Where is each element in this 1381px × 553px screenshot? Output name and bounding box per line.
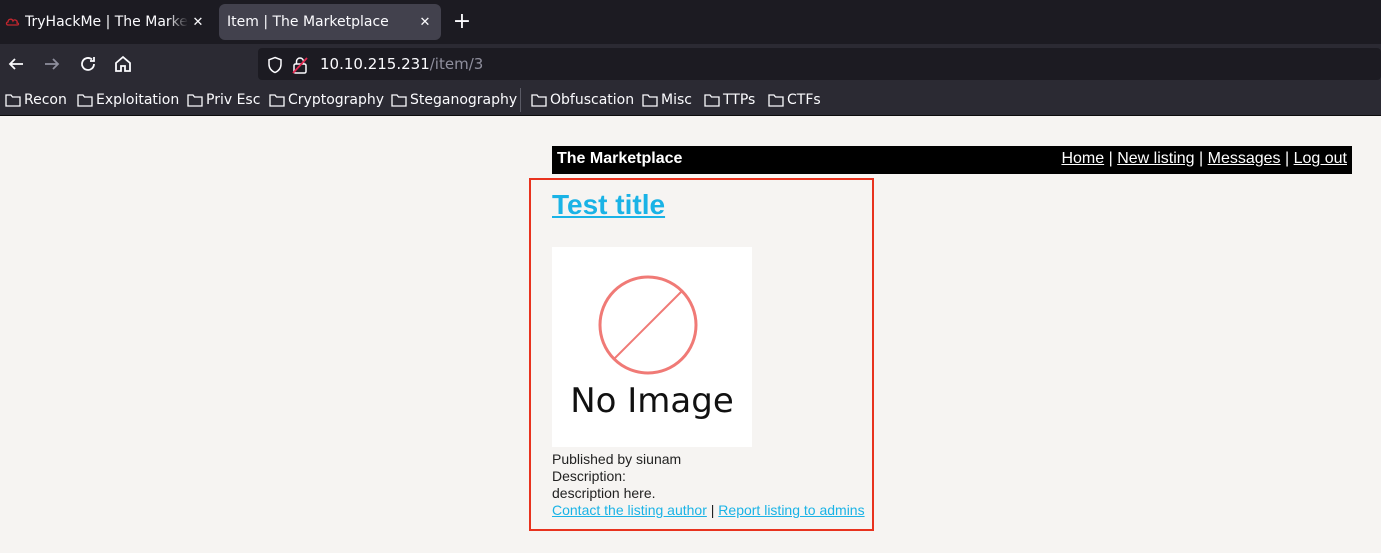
bookmark-exploitation[interactable]: Exploitation: [77, 90, 179, 110]
bookmark-label: Misc: [661, 92, 692, 108]
new-tab-icon[interactable]: +: [451, 10, 473, 34]
bookmark-label: Priv Esc: [206, 92, 261, 108]
item-title-link[interactable]: Test title: [552, 189, 665, 221]
bookmark-ttps[interactable]: TTPs: [704, 90, 755, 110]
nav-bar: 10.10.215.231/item/3: [0, 44, 1381, 84]
bookmark-label: Exploitation: [96, 92, 180, 108]
folder-icon: [269, 94, 285, 107]
tryhackme-favicon-icon: [5, 18, 20, 26]
reload-icon[interactable]: [76, 52, 100, 76]
nav-separator: |: [1199, 150, 1208, 167]
tab-tryhackme[interactable]: TryHackMe | The Marketplace ✕: [0, 4, 214, 40]
description-text: description here.: [552, 485, 656, 501]
bookmark-steganography[interactable]: Steganography: [391, 90, 517, 110]
nav-logout-link[interactable]: Log out: [1294, 150, 1347, 167]
folder-icon: [642, 94, 658, 107]
close-tab-icon[interactable]: ✕: [188, 15, 208, 30]
no-image-icon: [598, 275, 698, 375]
url-path: /item/3: [429, 55, 484, 73]
site-nav: Home | New listing | Messages | Log out: [1061, 150, 1347, 168]
folder-icon: [704, 94, 720, 107]
item-image: No Image: [552, 247, 752, 447]
bookmark-label: CTFs: [787, 92, 821, 108]
folder-icon: [5, 94, 21, 107]
nav-separator: |: [1108, 150, 1118, 167]
forward-icon[interactable]: [40, 52, 64, 76]
no-image-text: No Image: [570, 381, 734, 421]
url-bar[interactable]: 10.10.215.231/item/3: [258, 48, 1381, 80]
bookmark-obfuscation[interactable]: Obfuscation: [531, 90, 634, 110]
item-actions: Contact the listing author | Report list…: [552, 502, 865, 519]
url-host: 10.10.215.231: [320, 55, 430, 73]
bookmark-cryptography[interactable]: Cryptography: [269, 90, 384, 110]
back-icon[interactable]: [4, 52, 28, 76]
contact-author-link[interactable]: Contact the listing author: [552, 502, 707, 518]
url-text[interactable]: 10.10.215.231/item/3: [320, 55, 483, 73]
item-meta: Published by siunam Description: descrip…: [552, 451, 865, 519]
folder-icon: [187, 94, 203, 107]
close-tab-icon[interactable]: ✕: [415, 15, 435, 30]
shield-icon[interactable]: [266, 56, 284, 74]
site-brand: The Marketplace: [557, 150, 683, 167]
bookmark-label: Steganography: [410, 92, 518, 108]
bookmark-recon[interactable]: Recon: [5, 90, 67, 110]
bookmark-separator: [520, 88, 521, 112]
tab-item[interactable]: Item | The Marketplace ✕: [219, 4, 441, 40]
bookmark-label: Recon: [24, 92, 67, 108]
bookmark-ctfs[interactable]: CTFs: [768, 90, 821, 110]
tab-title: TryHackMe | The Marketplace: [25, 14, 188, 30]
folder-icon: [531, 94, 547, 107]
nav-messages-link[interactable]: Messages: [1208, 150, 1281, 167]
bookmark-label: TTPs: [723, 92, 756, 108]
home-icon[interactable]: [111, 52, 135, 76]
nav-separator: |: [1285, 150, 1294, 167]
insecure-lock-icon[interactable]: [292, 56, 308, 74]
bookmark-label: Cryptography: [288, 92, 385, 108]
site-header: The Marketplace Home | New listing | Mes…: [552, 146, 1352, 174]
folder-icon: [77, 94, 93, 107]
page-content: The Marketplace Home | New listing | Mes…: [0, 116, 1381, 553]
tab-bar: TryHackMe | The Marketplace ✕ Item | The…: [0, 0, 1381, 44]
bookmark-label: Obfuscation: [550, 92, 635, 108]
nav-home-link[interactable]: Home: [1061, 150, 1104, 167]
description-label: Description:: [552, 468, 626, 484]
bookmark-priv-esc[interactable]: Priv Esc: [187, 90, 260, 110]
nav-new-listing-link[interactable]: New listing: [1117, 150, 1194, 167]
bookmark-misc[interactable]: Misc: [642, 90, 692, 110]
folder-icon: [768, 94, 784, 107]
folder-icon: [391, 94, 407, 107]
tab-title: Item | The Marketplace: [227, 14, 389, 30]
report-listing-link[interactable]: Report listing to admins: [718, 502, 864, 518]
published-by: Published by siunam: [552, 451, 682, 467]
